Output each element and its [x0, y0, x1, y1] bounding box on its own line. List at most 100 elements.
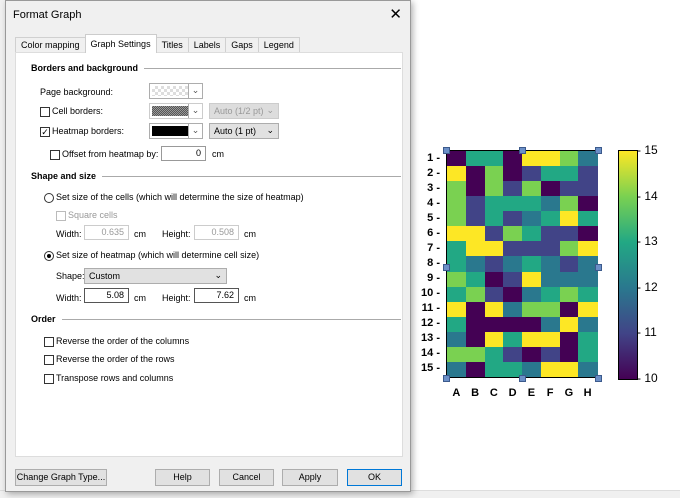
heatmap-cell	[522, 316, 542, 333]
cell-borders-checkbox[interactable]: Cell borders:	[40, 106, 103, 117]
heatmap-border-color[interactable]: ⌄	[149, 123, 203, 139]
selection-handle[interactable]	[443, 375, 450, 382]
ok-button[interactable]: OK	[347, 469, 402, 486]
heatmap-cell	[540, 166, 560, 182]
column-tick-label: G	[564, 387, 574, 399]
close-icon[interactable]: ✕	[389, 5, 402, 23]
heatmap-cell	[484, 271, 504, 288]
selection-handle[interactable]	[519, 375, 526, 382]
cell-height-label: Height:	[162, 229, 191, 239]
heatmap-cell	[578, 286, 598, 303]
heatmap-cell	[559, 316, 579, 333]
heatmap-size-radio[interactable]: Set size of heatmap (which will determin…	[44, 250, 259, 261]
heatmap-cell	[465, 256, 485, 273]
selection-handle[interactable]	[443, 264, 450, 271]
heatmap-cell	[465, 301, 485, 318]
heatmap-cell	[559, 226, 579, 242]
column-tick-label: C	[489, 387, 498, 399]
column-tick-label: F	[546, 387, 554, 399]
heatmap-cell	[540, 256, 560, 273]
heatmap-cell	[540, 196, 560, 212]
heatmap-cell	[447, 331, 467, 348]
heatmap-cell	[559, 196, 579, 212]
selection-handle[interactable]	[595, 264, 602, 271]
unit: cm	[244, 229, 256, 239]
heatmap-cell	[465, 166, 485, 182]
heatmap-cell	[578, 166, 598, 182]
selection-handle[interactable]	[519, 147, 526, 154]
reverse-columns-checkbox[interactable]: Reverse the order of the columns	[44, 336, 189, 347]
unit: cm	[134, 229, 146, 239]
heatmap[interactable]	[446, 150, 598, 378]
heatmap-borders-label: Heatmap borders:	[52, 126, 125, 136]
select-value: Auto (1 pt)	[214, 126, 257, 136]
heatmap-size-label: Set size of heatmap (which will determin…	[56, 250, 260, 260]
heatmap-cell	[447, 181, 467, 197]
heatmap-cell	[540, 211, 560, 227]
change-graph-type-button[interactable]: Change Graph Type...	[15, 469, 107, 486]
cell-border-color[interactable]: ⌄	[149, 103, 203, 119]
page-background-picker[interactable]: ⌄	[149, 83, 203, 99]
heatmap-cell	[447, 346, 467, 363]
heatmap-cell	[447, 241, 467, 257]
column-tick-label: D	[508, 387, 517, 399]
heatmap-width-input[interactable]: 5.08	[84, 288, 129, 303]
section-order: Order	[31, 314, 401, 324]
offset-checkbox[interactable]: Offset from heatmap by:	[50, 149, 158, 160]
heatmap-cell	[503, 301, 523, 318]
row-tick-label: 3 -	[427, 181, 440, 194]
row-tick-label: 1 -	[427, 151, 440, 164]
tab-gaps[interactable]: Gaps	[225, 37, 259, 53]
heatmap-cell	[465, 226, 485, 242]
heatmap-height-input[interactable]: 7.62	[194, 288, 239, 303]
heatmap-cell	[522, 211, 542, 227]
section-heading: Order	[31, 314, 56, 324]
offset-unit: cm	[212, 149, 224, 159]
heatmap-cell	[484, 256, 504, 273]
heatmap-width-label: Width:	[56, 293, 82, 303]
heatmap-cell	[540, 151, 560, 167]
heatmap-borders-checkbox[interactable]: ✓ Heatmap borders:	[40, 126, 124, 137]
tab-color-mapping[interactable]: Color mapping	[15, 37, 86, 53]
heatmap-cell	[503, 196, 523, 212]
heatmap-cell	[447, 286, 467, 303]
cell-size-radio[interactable]: Set size of the cells (which will determ…	[44, 192, 304, 203]
unit: cm	[244, 293, 256, 303]
selection-handle[interactable]	[595, 147, 602, 154]
selection-handle[interactable]	[443, 147, 450, 154]
reverse-rows-checkbox[interactable]: Reverse the order of the rows	[44, 354, 175, 365]
heatmap-cell	[578, 331, 598, 348]
section-shape: Shape and size	[31, 171, 401, 181]
heatmap-cell	[503, 181, 523, 197]
heatmap-cell	[522, 256, 542, 273]
square-cells-checkbox[interactable]: Square cells	[56, 210, 118, 221]
heatmap-cell	[559, 241, 579, 257]
heatmap-cell	[484, 151, 504, 167]
tab-legend[interactable]: Legend	[257, 37, 300, 53]
heatmap-cell	[484, 301, 504, 318]
heatmap-cell	[484, 286, 504, 303]
tab-graph-settings[interactable]: Graph Settings	[84, 34, 157, 53]
select-value: Custom	[89, 271, 121, 281]
heatmap-cell	[522, 346, 542, 363]
help-button[interactable]: Help	[155, 469, 210, 486]
heatmap-cell	[559, 346, 579, 363]
heatmap-cell	[484, 196, 504, 212]
shape-select[interactable]: Custom ⌄	[84, 268, 227, 284]
cell-height-input[interactable]: 0.508	[194, 225, 239, 240]
tab-labels[interactable]: Labels	[187, 37, 227, 53]
cell-width-input[interactable]: 0.635	[84, 225, 129, 240]
selection-handle[interactable]	[595, 375, 602, 382]
row-tick-label: 5 -	[427, 211, 440, 224]
tab-titles[interactable]: Titles	[155, 37, 189, 53]
colorbar	[618, 150, 638, 380]
heatmap-cell	[540, 346, 560, 363]
cancel-button[interactable]: Cancel	[219, 469, 274, 486]
transpose-checkbox[interactable]: Transpose rows and columns	[44, 373, 173, 384]
heatmap-border-width-select[interactable]: Auto (1 pt) ⌄	[209, 123, 279, 139]
column-tick-label: H	[583, 387, 592, 399]
offset-input[interactable]: 0	[161, 146, 206, 161]
apply-button[interactable]: Apply	[282, 469, 338, 486]
heatmap-cell	[484, 346, 504, 363]
cell-border-width-select[interactable]: Auto (1/2 pt) ⌄	[209, 103, 279, 119]
